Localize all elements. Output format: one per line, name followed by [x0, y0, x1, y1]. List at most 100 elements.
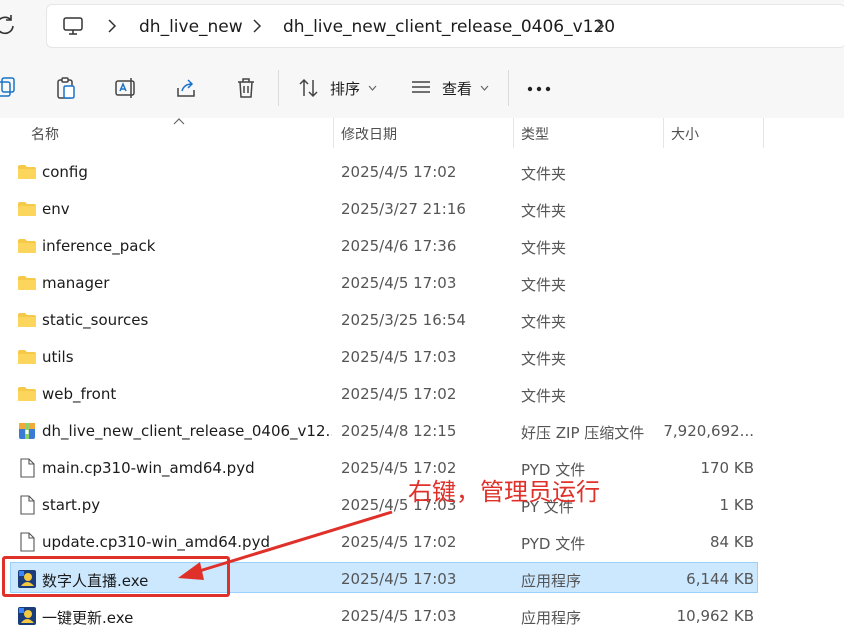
- file-name: update.cp310-win_amd64.pyd: [42, 533, 270, 551]
- file-name: inference_pack: [42, 237, 156, 255]
- sort-button[interactable]: 排序: [298, 74, 377, 102]
- breadcrumb-item[interactable]: dh_live_new_client_release_0406_v120: [283, 17, 615, 37]
- file-type: 文件夹: [521, 313, 567, 331]
- file-row[interactable]: web_front 2025/4/5 17:02 文件夹: [0, 376, 844, 413]
- file-row[interactable]: inference_pack 2025/4/6 17:36 文件夹: [0, 228, 844, 265]
- column-name[interactable]: 名称: [31, 124, 59, 144]
- file-modified-date: 2025/4/5 17:02: [341, 385, 457, 403]
- rename-icon[interactable]: [114, 76, 138, 100]
- file-type: 好压 ZIP 压缩文件: [521, 424, 645, 442]
- delete-icon[interactable]: [234, 76, 258, 100]
- view-label: 查看: [442, 79, 473, 98]
- file-size: 84 KB: [710, 533, 754, 551]
- view-button[interactable]: 查看: [410, 74, 489, 102]
- file-size: 7,920,692...: [663, 422, 754, 440]
- sort-icon: [299, 78, 318, 98]
- chevron-down-icon: [368, 85, 377, 91]
- file-size: 6,144 KB: [686, 570, 754, 588]
- folder-icon: [17, 347, 37, 367]
- file-name: dh_live_new_client_release_0406_v12...: [42, 422, 332, 440]
- file-row[interactable]: manager 2025/4/5 17:03 文件夹: [0, 265, 844, 302]
- column-divider[interactable]: [513, 118, 514, 148]
- zip-archive-icon: [17, 421, 37, 441]
- column-type[interactable]: 类型: [521, 124, 549, 144]
- file-modified-date: 2025/4/5 17:03: [341, 570, 457, 588]
- file-modified-date: 2025/4/5 17:02: [341, 533, 457, 551]
- annotation-text: 右键，管理员运行: [408, 478, 600, 506]
- column-size[interactable]: 大小: [671, 124, 699, 144]
- more-options-icon[interactable]: [527, 86, 551, 92]
- file-name: manager: [42, 274, 110, 292]
- file-name: config: [42, 163, 88, 181]
- file-type: 文件夹: [521, 165, 567, 183]
- chevron-right-icon[interactable]: [107, 19, 117, 33]
- file-name: web_front: [42, 385, 117, 403]
- folder-icon: [17, 199, 37, 219]
- file-name: main.cp310-win_amd64.pyd: [42, 459, 255, 477]
- sort-ascending-icon: [173, 118, 185, 125]
- file-row[interactable]: static_sources 2025/3/25 16:54 文件夹: [0, 302, 844, 339]
- annotation-highlight-box: [2, 556, 230, 597]
- column-divider[interactable]: [663, 118, 664, 148]
- file-icon: [17, 532, 37, 552]
- share-icon[interactable]: [174, 76, 198, 100]
- file-icon: [17, 458, 37, 478]
- file-size: 1 KB: [719, 496, 754, 514]
- folder-icon: [17, 162, 37, 182]
- view-list-icon: [412, 81, 430, 93]
- file-type: 文件夹: [521, 276, 567, 294]
- file-name: utils: [42, 348, 74, 366]
- file-type: 应用程序: [521, 609, 582, 627]
- app-exe-icon: [17, 606, 37, 626]
- copy-icon[interactable]: [0, 76, 18, 100]
- column-header: 名称 修改日期 类型 大小: [0, 118, 844, 148]
- file-type: 应用程序: [521, 572, 582, 590]
- file-explorer-window: dh_live_new dh_live_new_client_release_0…: [0, 0, 844, 644]
- file-name: start.py: [42, 496, 101, 514]
- file-type: 文件夹: [521, 350, 567, 368]
- file-name: 一键更新.exe: [42, 609, 134, 627]
- file-modified-date: 2025/4/5 17:02: [341, 163, 457, 181]
- breadcrumb-item[interactable]: dh_live_new: [139, 17, 243, 37]
- file-icon: [17, 495, 37, 515]
- file-type: 文件夹: [521, 202, 567, 220]
- file-modified-date: 2025/4/6 17:36: [341, 237, 457, 255]
- this-pc-icon[interactable]: [63, 17, 83, 35]
- file-name: env: [42, 200, 70, 218]
- folder-icon: [17, 236, 37, 256]
- chevron-down-icon: [480, 85, 489, 91]
- column-modified[interactable]: 修改日期: [341, 124, 397, 144]
- column-divider[interactable]: [333, 118, 334, 148]
- column-divider[interactable]: [763, 118, 764, 148]
- paste-icon[interactable]: [54, 76, 78, 100]
- sort-label: 排序: [330, 79, 361, 98]
- toolbar-separator: [508, 70, 509, 106]
- file-row[interactable]: 一键更新.exe 2025/4/5 17:03 应用程序 10,962 KB: [0, 598, 844, 635]
- file-modified-date: 2025/4/5 17:03: [341, 348, 457, 366]
- file-modified-date: 2025/3/25 16:54: [341, 311, 466, 329]
- file-name: static_sources: [42, 311, 149, 329]
- file-size: 170 KB: [700, 459, 754, 477]
- chevron-right-icon[interactable]: [595, 19, 605, 33]
- command-bar: 排序 查看: [0, 58, 844, 118]
- address-bar-area: dh_live_new dh_live_new_client_release_0…: [0, 0, 844, 58]
- folder-icon: [17, 384, 37, 404]
- file-row[interactable]: dh_live_new_client_release_0406_v12... 20…: [0, 413, 844, 450]
- toolbar-separator: [278, 70, 279, 106]
- file-row[interactable]: env 2025/3/27 21:16 文件夹: [0, 191, 844, 228]
- file-type: PYD 文件: [521, 535, 586, 553]
- folder-icon: [17, 310, 37, 330]
- file-row[interactable]: utils 2025/4/5 17:03 文件夹: [0, 339, 844, 376]
- file-modified-date: 2025/3/27 21:16: [341, 200, 466, 218]
- chevron-right-icon[interactable]: [252, 19, 262, 33]
- file-modified-date: 2025/4/8 12:15: [341, 422, 457, 440]
- file-modified-date: 2025/4/5 17:03: [341, 607, 457, 625]
- file-size: 10,962 KB: [676, 607, 754, 625]
- address-bar[interactable]: dh_live_new dh_live_new_client_release_0…: [46, 4, 844, 48]
- refresh-icon[interactable]: [0, 14, 16, 36]
- file-type: 文件夹: [521, 387, 567, 405]
- folder-icon: [17, 273, 37, 293]
- file-type: 文件夹: [521, 239, 567, 257]
- file-row[interactable]: config 2025/4/5 17:02 文件夹: [0, 154, 844, 191]
- file-modified-date: 2025/4/5 17:03: [341, 274, 457, 292]
